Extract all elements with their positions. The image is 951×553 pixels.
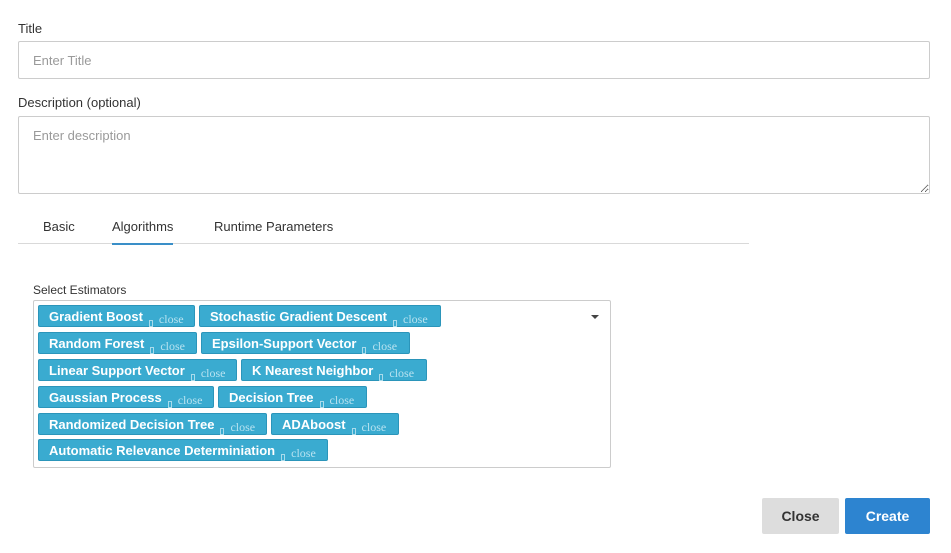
close-icon xyxy=(150,346,155,354)
chip-label: Linear Support Vector xyxy=(49,362,185,378)
chip-label: Decision Tree xyxy=(229,389,314,405)
chip-linear-support-vector: Linear Support Vector close xyxy=(38,359,237,381)
estimators-multiselect[interactable]: Gradient Boost close Stochastic Gradient… xyxy=(33,300,611,468)
chip-label: Gaussian Process xyxy=(49,389,162,405)
close-icon xyxy=(190,373,195,381)
description-textarea[interactable] xyxy=(18,116,930,194)
create-button[interactable]: Create xyxy=(845,498,930,534)
chip-close-button[interactable]: close xyxy=(319,393,354,408)
chip-adaboost: ADAboost close xyxy=(271,413,399,435)
chip-gaussian-process: Gaussian Process close xyxy=(38,386,214,408)
chip-label: Randomized Decision Tree xyxy=(49,416,215,432)
chip-automatic-relevance-determination: Automatic Relevance Determiniation close xyxy=(38,439,328,461)
chip-close-button[interactable]: close xyxy=(362,339,397,354)
close-icon xyxy=(148,319,153,327)
chip-randomized-decision-tree: Randomized Decision Tree close xyxy=(38,413,267,435)
chip-close-button[interactable]: close xyxy=(190,366,225,381)
chip-close-button[interactable]: close xyxy=(379,366,414,381)
chip-close-button[interactable]: close xyxy=(167,393,202,408)
chip-label: Automatic Relevance Determiniation xyxy=(49,442,276,458)
tab-bar: Basic Algorithms Runtime Parameters xyxy=(18,211,749,245)
close-icon xyxy=(220,427,225,435)
chip-label: K Nearest Neighbor xyxy=(252,362,374,378)
chip-label: Random Forest xyxy=(49,335,145,351)
tab-runtime-parameters[interactable]: Runtime Parameters xyxy=(214,219,333,243)
description-label: Description (optional) xyxy=(18,95,141,110)
chevron-down-icon[interactable] xyxy=(591,315,599,319)
chip-label: Epsilon-Support Vector xyxy=(212,335,357,351)
close-icon xyxy=(167,400,172,408)
close-icon xyxy=(319,400,324,408)
chip-label: ADAboost xyxy=(282,416,346,432)
chip-gradient-boost: Gradient Boost close xyxy=(38,305,195,327)
chip-close-button[interactable]: close xyxy=(281,446,316,461)
chip-stochastic-gradient-descent: Stochastic Gradient Descent close xyxy=(199,305,441,327)
tab-basic[interactable]: Basic xyxy=(43,219,75,243)
title-input[interactable] xyxy=(18,41,930,79)
close-icon xyxy=(351,427,356,435)
close-icon xyxy=(379,373,384,381)
close-icon xyxy=(281,453,286,461)
close-icon xyxy=(362,346,367,354)
chip-decision-tree: Decision Tree close xyxy=(218,386,367,408)
select-estimators-label: Select Estimators xyxy=(33,283,127,297)
chip-epsilon-support-vector: Epsilon-Support Vector close xyxy=(201,332,410,354)
chip-close-button[interactable]: close xyxy=(150,339,185,354)
chip-label: Gradient Boost xyxy=(49,308,143,324)
chip-close-button[interactable]: close xyxy=(148,312,184,327)
chip-random-forest: Random Forest close xyxy=(38,332,197,354)
close-button[interactable]: Close xyxy=(762,498,839,534)
close-icon xyxy=(393,319,397,327)
chip-close-button[interactable]: close xyxy=(220,420,255,435)
chip-close-button[interactable]: close xyxy=(393,312,428,327)
chip-k-nearest-neighbor: K Nearest Neighbor close xyxy=(241,359,427,381)
chip-close-button[interactable]: close xyxy=(351,420,386,435)
chip-label: Stochastic Gradient Descent xyxy=(210,308,387,324)
tab-algorithms[interactable]: Algorithms xyxy=(112,219,174,245)
title-label: Title xyxy=(18,21,43,36)
